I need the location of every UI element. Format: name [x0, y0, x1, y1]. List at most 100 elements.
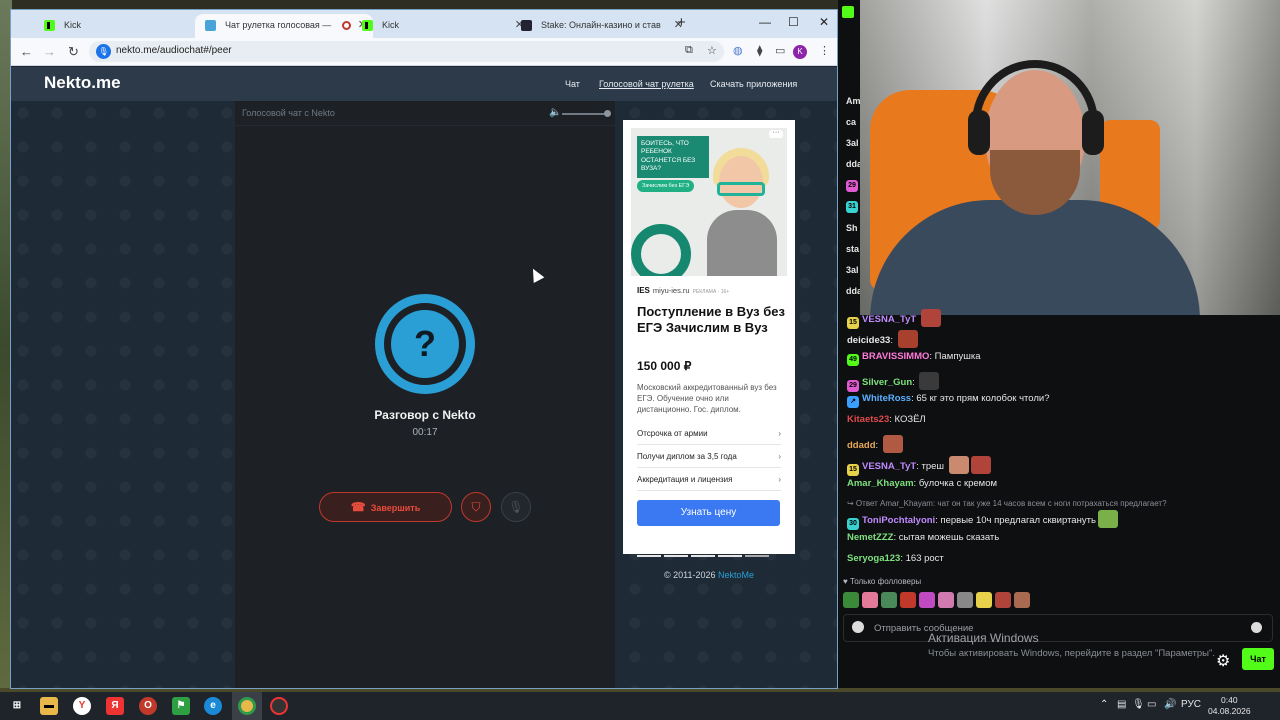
window-close-icon[interactable]: ✕ — [819, 15, 829, 29]
end-call-button[interactable]: ☎ Завершить — [319, 492, 452, 522]
chat-username: 3al — [846, 138, 859, 148]
install-app-icon[interactable]: ⧉ — [685, 44, 693, 57]
chat-username[interactable]: Kitaets23 — [847, 414, 889, 425]
chat-text: булочка с кремом — [918, 478, 998, 489]
nav-download-apps[interactable]: Скачать приложения — [710, 79, 797, 89]
chat-username[interactable]: ddadd — [847, 440, 876, 451]
minimize-icon[interactable]: — — [759, 15, 771, 29]
tray-chevron-icon[interactable]: ⌃ — [1100, 699, 1108, 710]
emote-quick-bar[interactable] — [843, 592, 1033, 611]
side-panel-icon[interactable]: ▭ — [775, 44, 785, 57]
chat-username[interactable]: NemetZZZ — [847, 532, 893, 543]
back-icon[interactable]: ← — [20, 44, 33, 59]
file-explorer-icon[interactable]: ▬ — [40, 697, 58, 715]
menu-dots-icon[interactable]: ⋮ — [819, 44, 830, 57]
ad-domain[interactable]: IES miyu-ies.ru РЕКЛАМА · 16+ — [637, 286, 729, 295]
new-tab-icon[interactable]: + — [677, 14, 686, 31]
chat-username[interactable]: Silver_Gun — [862, 377, 912, 388]
headphone-earcup — [968, 110, 990, 155]
app-icon[interactable]: ⚑ — [172, 697, 190, 715]
subscriber-badge: 31 — [846, 201, 858, 213]
site-header: Nekto.me Чат Голосовой чат рулетка Скача… — [11, 67, 837, 101]
ad-sitelink[interactable]: Аккредитация и лицензия › — [637, 469, 781, 491]
microphone-icon[interactable]: 🎙 — [96, 44, 111, 59]
ad-sitelink-label: Отсрочка от армии — [637, 429, 708, 438]
ad-sitelink[interactable]: Отсрочка от армии › — [637, 423, 781, 445]
tab-title: Stake: Онлайн-казино и став — [541, 20, 661, 30]
windows-start-icon[interactable]: ⊞ — [8, 697, 26, 715]
reload-icon[interactable]: ↻ — [68, 44, 79, 60]
obs-icon[interactable] — [270, 697, 288, 715]
emote-icon — [948, 456, 969, 474]
yandex-icon[interactable]: Я — [106, 697, 124, 715]
ad-carousel-dots[interactable] — [637, 546, 781, 557]
reply-context[interactable]: ↪ Ответ Amar_Khayam: чат он так уже 14 ч… — [847, 499, 1167, 508]
edge-icon[interactable]: e — [204, 697, 222, 715]
ad-person-photo — [701, 148, 781, 276]
address-toolbar: ← → ↻ 🎙 nekto.me/audiochat#/peer ⧉ ☆ ◍ ⧫… — [11, 38, 837, 66]
tray-mic-icon[interactable]: 🎙 — [1132, 699, 1145, 710]
chat-username[interactable]: VESNA_TyT — [862, 461, 916, 472]
chat-username: 3al — [846, 265, 859, 275]
language-indicator[interactable]: РУС — [1181, 699, 1201, 710]
report-shield-button[interactable]: ⛉ — [461, 492, 491, 522]
chat-username[interactable]: deicide33 — [847, 335, 890, 346]
tray-network-icon[interactable]: ▭ — [1147, 699, 1156, 710]
bookmark-star-icon[interactable]: ☆ — [707, 44, 717, 57]
extensions-icon[interactable]: ⧫ — [757, 44, 762, 57]
volume-slider[interactable] — [562, 113, 608, 115]
shield-icon — [852, 621, 864, 633]
yandex-browser-icon[interactable]: Y — [73, 697, 91, 715]
chat-message-input[interactable]: Отправить сообщение — [843, 614, 1273, 642]
windows-activation-text: Чтобы активировать Windows, перейдите в … — [928, 648, 1215, 659]
chat-username[interactable]: WhiteRoss — [862, 393, 911, 404]
ad-sitelink[interactable]: Получи диплом за 3,5 года › — [637, 446, 781, 468]
streamer-webcam — [860, 0, 1280, 315]
opera-icon[interactable]: O — [139, 697, 157, 715]
chat-message: deicide33: — [847, 330, 918, 348]
chat-username[interactable]: ToniPochtalyoni — [862, 515, 935, 526]
translate-extension-icon[interactable]: ◍ — [733, 44, 743, 57]
copyright-brand-link[interactable]: NektoMe — [718, 570, 754, 580]
copyright-text: © 2011-2026 — [663, 570, 716, 580]
chat-username[interactable]: VESNA_TyT — [862, 314, 916, 325]
tab-kick-1[interactable]: Kick ✕ — [34, 14, 212, 38]
ad-title[interactable]: Поступление в Вуз без ЕГЭ Зачислим в Вуз — [637, 304, 787, 336]
chrome-icon[interactable] — [238, 697, 256, 715]
site-logo[interactable]: Nekto.me — [44, 73, 121, 93]
tab-nekto[interactable]: Чат рулетка голосовая — ✕ — [195, 14, 373, 38]
tab-stake[interactable]: Stake: Онлайн-казино и став ✕ — [511, 14, 689, 38]
profile-avatar[interactable]: K — [793, 45, 807, 59]
tray-volume-icon[interactable]: 🔊 — [1164, 699, 1176, 710]
forward-icon[interactable]: → — [43, 44, 56, 59]
ad-cta-button[interactable]: Узнать цену — [637, 500, 780, 526]
headphone-earcup — [1082, 110, 1104, 155]
ad-more-icon[interactable]: ··· — [769, 129, 783, 138]
url-text: nekto.me/audiochat#/peer — [116, 45, 232, 56]
nav-chat[interactable]: Чат — [565, 79, 580, 89]
end-call-label: Завершить — [370, 503, 421, 513]
chat-username[interactable]: BRAVISSIMMO — [862, 351, 929, 362]
kick-icon[interactable] — [842, 6, 854, 18]
emoji-icon[interactable] — [1251, 622, 1262, 633]
mute-microphone-button[interactable]: 🎙 — [501, 492, 531, 522]
tray-app-icon[interactable]: ▤ — [1117, 699, 1126, 710]
chat-send-button[interactable]: Чат — [1242, 648, 1274, 670]
nav-voice-roulette[interactable]: Голосовой чат рулетка — [599, 79, 694, 89]
maximize-icon[interactable]: ☐ — [788, 15, 799, 29]
advertisement[interactable]: БОИТЕСЬ, ЧТО РЕБЕНОК ОСТАНЕТСЯ БЕЗ ВУЗА?… — [623, 120, 795, 557]
system-clock[interactable]: 0:40 04.08.2026 — [1208, 695, 1251, 717]
tab-strip: Kick ✕ Чат рулетка голосовая — ✕ Kick ✕ … — [11, 10, 837, 38]
volume-slider-handle[interactable] — [604, 110, 611, 117]
chat-message: 15 VESNA_TyT — [847, 309, 941, 329]
gear-icon[interactable]: ⚙ — [1216, 651, 1230, 671]
ad-image[interactable]: БОИТЕСЬ, ЧТО РЕБЕНОК ОСТАНЕТСЯ БЕЗ ВУЗА?… — [631, 128, 787, 276]
volume-icon[interactable]: 🔈 — [549, 107, 561, 118]
emote-icon — [938, 592, 954, 608]
address-bar[interactable]: 🎙 nekto.me/audiochat#/peer ⧉ ☆ — [89, 41, 724, 62]
tab-title: Kick — [382, 20, 400, 30]
tab-kick-2[interactable]: Kick ✕ — [352, 14, 530, 38]
chat-username[interactable]: Seryoga123 — [847, 553, 900, 564]
chat-username[interactable]: Amar_Khayam — [847, 478, 914, 489]
chat-text: треш — [921, 461, 945, 472]
